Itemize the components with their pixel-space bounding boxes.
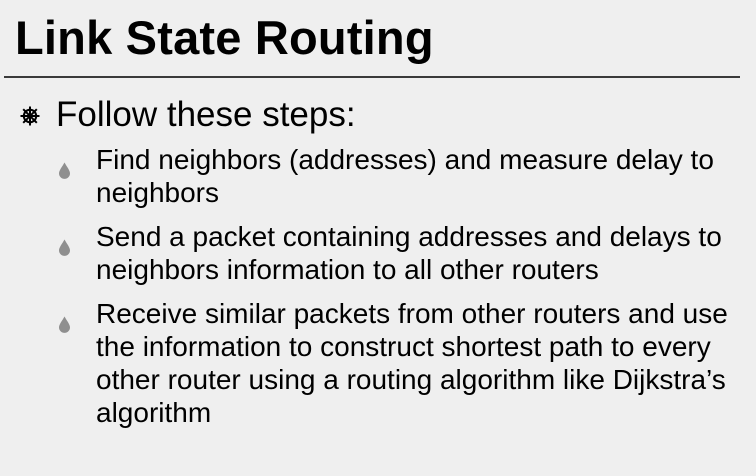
ornate-wheel-icon	[20, 106, 40, 126]
step-item-2: Send a packet containing addresses and d…	[58, 220, 748, 286]
step-text-2: Send a packet containing addresses and d…	[96, 221, 722, 285]
main-bullet-text: Follow these steps:	[56, 95, 356, 134]
drop-icon	[58, 307, 71, 333]
step-item-3: Receive similar packets from other route…	[58, 297, 748, 429]
title-divider	[4, 76, 740, 78]
drop-icon	[58, 153, 71, 179]
step-item-1: Find neighbors (addresses) and measure d…	[58, 143, 748, 209]
step-text-3: Receive similar packets from other route…	[96, 298, 728, 428]
slide-title: Link State Routing	[15, 11, 434, 64]
step-text-1: Find neighbors (addresses) and measure d…	[96, 144, 714, 208]
steps-list: Find neighbors (addresses) and measure d…	[58, 143, 748, 440]
drop-icon	[58, 230, 71, 256]
